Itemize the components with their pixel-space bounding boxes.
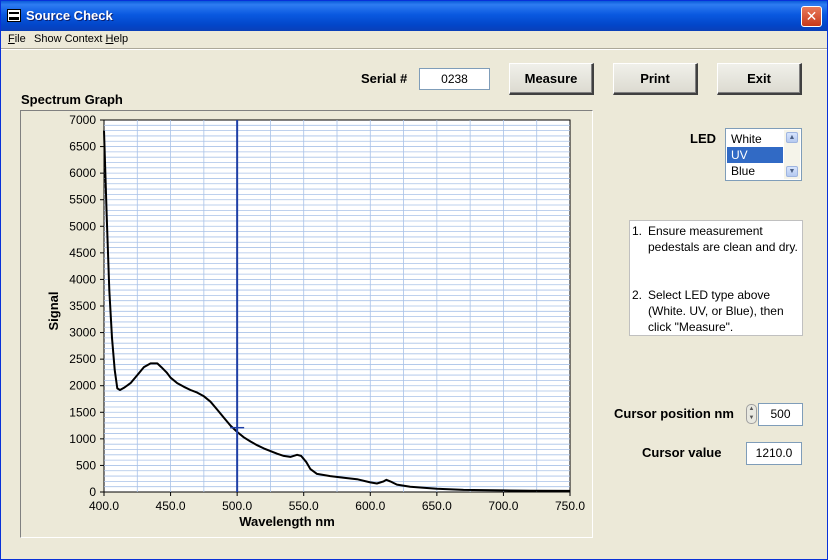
y-tick-label: 1500 [69,405,96,419]
led-option-blue[interactable]: Blue [727,163,783,179]
scroll-up-icon[interactable]: ▲ [786,132,798,143]
serial-label: Serial # [361,71,408,86]
y-tick-label: 5500 [69,193,96,207]
led-option-white[interactable]: White [727,131,783,147]
y-tick-label: 2500 [69,352,96,366]
menu-bar: File Show Context Help [1,31,827,48]
y-tick-label: 6000 [69,166,96,180]
instruction-text: Select LED type above (White. UV, or Blu… [648,288,784,334]
y-tick-label: 2000 [69,379,96,393]
led-label: LED [690,131,716,146]
x-tick-label: 400.0 [89,499,119,513]
menu-divider [1,48,827,50]
source-check-window: Source Check ✕ File Show Context Help Se… [0,0,828,560]
x-tick-label: 500.0 [222,499,252,513]
menu-context-label: Show Context [34,33,106,45]
exit-button[interactable]: Exit [717,63,802,95]
x-tick-label: 650.0 [422,499,452,513]
x-axis-label: Wavelength nm [239,514,335,529]
y-tick-label: 5000 [69,219,96,233]
graph-title: Spectrum Graph [21,92,123,107]
cursor-value-label: Cursor value [642,445,722,460]
window-title: Source Check [26,8,113,23]
menu-show-context-help[interactable]: Show Context Help [34,33,128,45]
title-bar[interactable]: Source Check ✕ [1,1,827,31]
led-listbox[interactable]: White UV Blue ▲ ▼ [725,128,802,181]
instruction-number: 2. [632,288,643,302]
x-tick-label: 450.0 [156,499,186,513]
y-tick-label: 500 [76,458,96,472]
x-tick-label: 600.0 [355,499,385,513]
cursor-position-label: Cursor position nm [614,406,734,421]
menu-file-mnemonic: F [8,33,15,45]
print-button[interactable]: Print [613,63,698,95]
spectrum-graph: 0 500 1000 1500 2000 2500 3000 3500 4000 4500 5000… [20,110,593,538]
x-tick-label: 550.0 [289,499,319,513]
spin-updown-icon[interactable]: ▲ ▼ [746,404,757,424]
y-tick-label: 4000 [69,272,96,286]
x-tick-label: 750.0 [555,499,585,513]
y-tick-label: 4500 [69,246,96,260]
led-option-uv[interactable]: UV [727,147,783,163]
menu-context-mnemonic: H [105,33,114,45]
measure-button[interactable]: Measure [509,63,594,95]
x-tick-label: 700.0 [488,499,518,513]
y-tick-label: 3500 [69,299,96,313]
instruction-number: 1. [632,224,643,238]
menu-context-label-rest: elp [113,33,129,45]
y-tick-label: 1000 [69,432,96,446]
cursor-value-field: 1210.0 [746,442,802,465]
menu-file[interactable]: File [8,33,26,45]
close-button[interactable]: ✕ [801,6,822,27]
led-scrollbar[interactable]: ▲ ▼ [784,130,800,179]
y-axis-label: Signal [46,291,61,330]
spectrum-plot[interactable]: 0 500 1000 1500 2000 2500 3000 3500 4000 4500 5000… [21,111,594,539]
close-icon: ✕ [805,8,818,24]
y-tick-label: 3000 [69,326,96,340]
scroll-down-icon[interactable]: ▼ [786,166,798,177]
serial-input[interactable]: 0238 [419,68,490,90]
menu-file-label: ile [14,33,26,45]
y-tick-label: 7000 [69,113,96,127]
y-tick-label: 6500 [69,140,96,154]
cursor-position-input[interactable]: 500 [758,403,803,426]
app-icon[interactable] [7,9,21,22]
instruction-text: Ensure measurement pedestals are clean a… [648,224,798,254]
instructions-panel: 1. Ensure measurement pedestals are clea… [629,220,803,336]
y-tick-label: 0 [89,485,96,499]
